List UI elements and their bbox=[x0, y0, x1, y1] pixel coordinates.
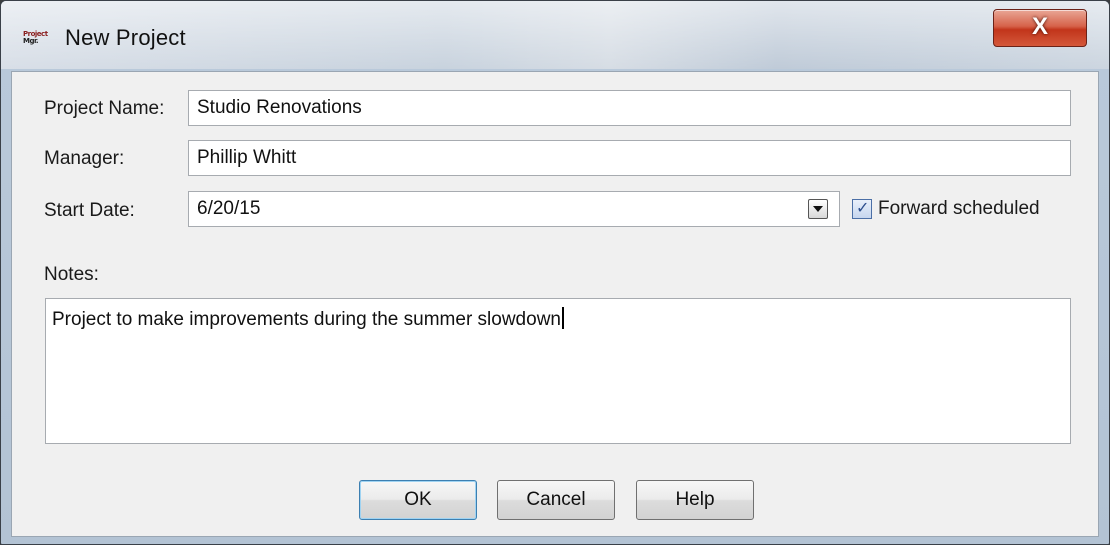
app-icon: Project Mgr. bbox=[23, 30, 48, 45]
project-name-input[interactable]: Studio Renovations bbox=[188, 90, 1071, 126]
new-project-dialog: Project Mgr. New Project X Project Name: … bbox=[0, 0, 1110, 545]
help-button[interactable]: Help bbox=[636, 480, 754, 520]
manager-label: Manager: bbox=[44, 148, 125, 169]
text-cursor bbox=[561, 307, 564, 329]
manager-input[interactable]: Phillip Whitt bbox=[188, 140, 1071, 176]
start-date-input[interactable]: 6/20/15 bbox=[188, 191, 840, 227]
forward-scheduled-label[interactable]: Forward scheduled bbox=[878, 198, 1040, 220]
cancel-button[interactable]: Cancel bbox=[497, 480, 615, 520]
title-bar[interactable]: Project Mgr. New Project X bbox=[1, 1, 1109, 69]
close-button[interactable]: X bbox=[993, 9, 1087, 47]
forward-scheduled-checkbox[interactable]: ✓ bbox=[852, 198, 872, 219]
start-date-label: Start Date: bbox=[44, 200, 135, 221]
notes-textarea[interactable]: Project to make improvements during the … bbox=[45, 298, 1071, 444]
project-name-label: Project Name: bbox=[44, 98, 165, 119]
notes-text: Project to make improvements during the … bbox=[52, 309, 561, 330]
checkmark-icon: ✓ bbox=[856, 198, 870, 217]
start-date-dropdown-button[interactable] bbox=[808, 199, 828, 219]
notes-label: Notes: bbox=[44, 264, 99, 285]
dialog-content: Project Name: Studio Renovations Manager… bbox=[11, 71, 1099, 537]
window-title: New Project bbox=[65, 25, 186, 50]
ok-button[interactable]: OK bbox=[359, 480, 477, 520]
